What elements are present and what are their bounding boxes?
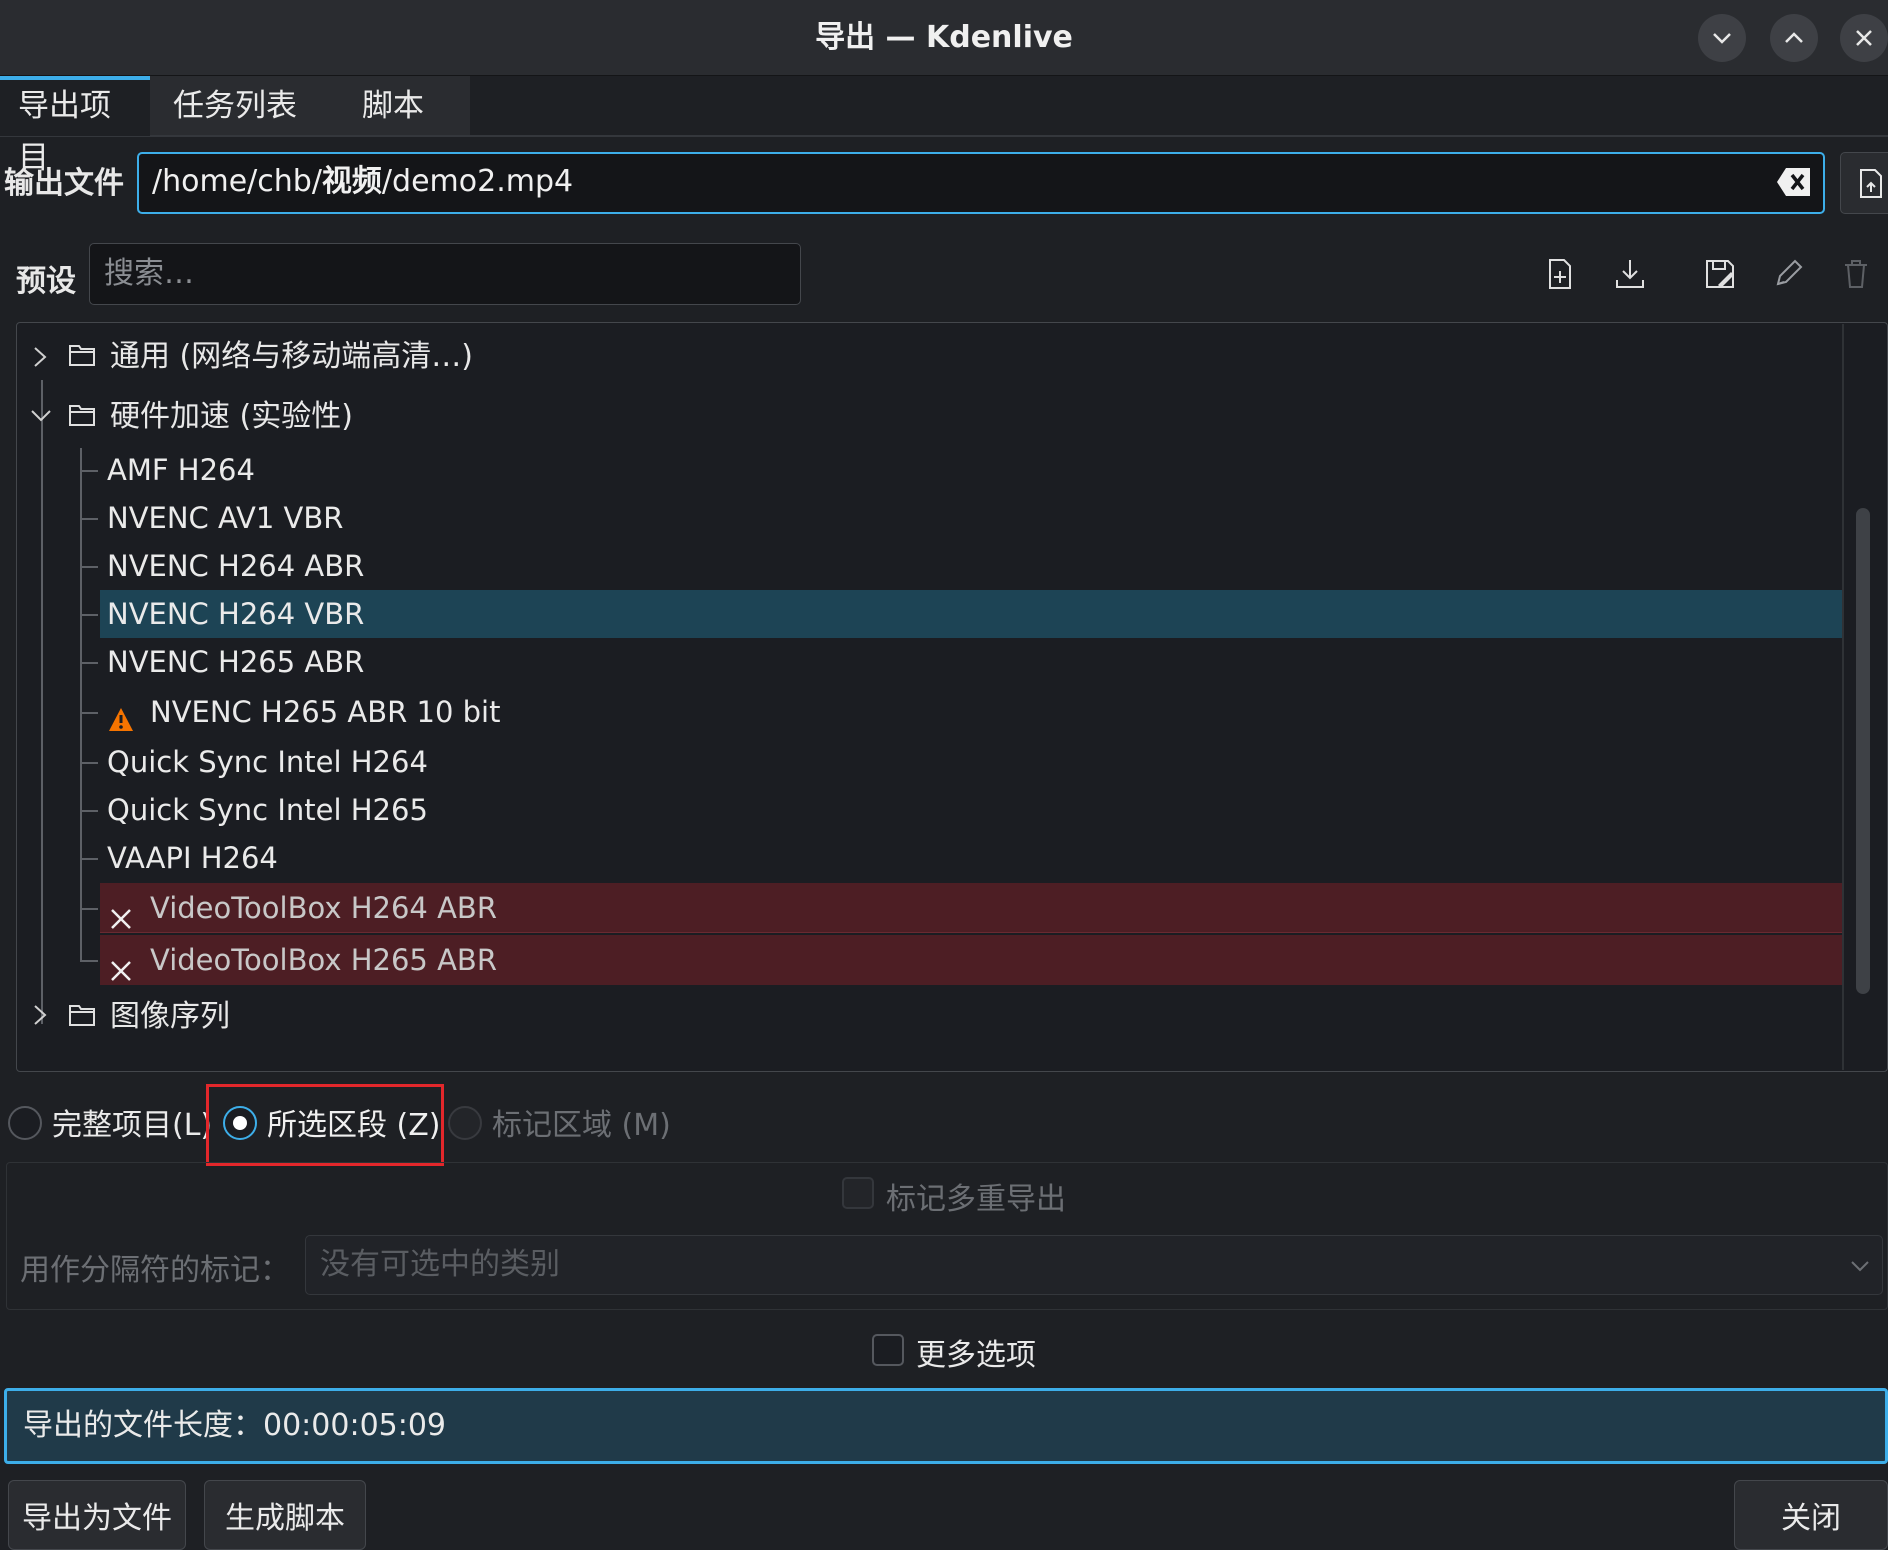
tree-folder-general[interactable]: 通用 (网络与移动端高清…) xyxy=(110,333,473,381)
preset-item-error[interactable]: VideoToolBox H264 ABR xyxy=(100,883,1842,933)
path-prefix: /home/chb/ xyxy=(152,164,322,199)
tree-folder-hardware[interactable]: 硬件加速 (实验性) xyxy=(110,393,353,441)
tree-branch-tick xyxy=(80,908,98,910)
new-preset-icon[interactable] xyxy=(1542,256,1578,292)
download-preset-icon[interactable] xyxy=(1612,256,1648,292)
delete-preset-icon[interactable] xyxy=(1838,256,1874,292)
preset-item-label: NVENC AV1 VBR xyxy=(107,501,344,535)
preset-item[interactable]: NVENC H264 ABR xyxy=(100,542,1842,590)
chevron-right-icon[interactable] xyxy=(30,998,52,1032)
tree-branch-tick xyxy=(80,566,98,568)
chevron-down-icon[interactable] xyxy=(28,403,54,429)
edit-preset-icon[interactable] xyxy=(1770,256,1806,292)
preset-item-selected[interactable]: NVENC H264 VBR xyxy=(100,590,1842,638)
tree-scroll-track xyxy=(1842,324,1844,1070)
highlight-box xyxy=(206,1084,444,1166)
tab-job-queue[interactable]: 任务列表 xyxy=(155,76,315,136)
multi-export-checkbox xyxy=(842,1177,874,1209)
tree-branch-tick xyxy=(80,858,98,860)
radio-full-project-label[interactable]: 完整项目(L) xyxy=(52,1100,212,1144)
preset-item-label: NVENC H265 ABR xyxy=(107,645,365,679)
preset-search-placeholder: 搜索… xyxy=(104,256,194,291)
preset-item-label: Quick Sync Intel H264 xyxy=(107,745,428,779)
generate-script-button[interactable]: 生成脚本 xyxy=(204,1480,366,1550)
duration-value: 00:00:05:09 xyxy=(263,1408,447,1443)
output-file-path: /home/chb/视频/demo2.mp4 xyxy=(152,152,573,214)
tree-branch-tick xyxy=(80,712,98,714)
clear-input-icon[interactable] xyxy=(1776,166,1812,198)
close-button[interactable]: 关闭 xyxy=(1734,1480,1888,1550)
preset-item-label: Quick Sync Intel H265 xyxy=(107,793,428,827)
chevron-down-icon xyxy=(1713,33,1731,44)
preset-label: 预设 xyxy=(16,264,76,299)
more-options-checkbox[interactable] xyxy=(872,1334,904,1366)
preset-item-label: VAAPI H264 xyxy=(107,841,278,875)
tree-branch-tick xyxy=(80,810,98,812)
export-to-file-button[interactable]: 导出为文件 xyxy=(8,1480,186,1550)
path-folder: 视频 xyxy=(321,164,382,199)
preset-item[interactable]: VAAPI H264 xyxy=(100,834,1842,882)
tab-scripts[interactable]: 脚本 xyxy=(344,76,442,136)
duration-label: 导出的文件长度： xyxy=(23,1408,263,1443)
separator-category-value: 没有可选中的类别 xyxy=(320,1247,560,1282)
error-x-icon xyxy=(109,896,133,929)
tree-branch-tick xyxy=(80,518,98,520)
tree-branch-line xyxy=(80,448,82,960)
maximize-button[interactable] xyxy=(1770,14,1818,62)
open-file-icon xyxy=(1860,169,1882,198)
preset-item-label: NVENC H264 VBR xyxy=(107,597,365,631)
tree-branch-tick xyxy=(80,960,98,962)
radio-guide-region-label: 标记区域 (M) xyxy=(492,1108,671,1143)
tree-branch-tick xyxy=(80,662,98,664)
separator-category-select: 没有可选中的类别 xyxy=(305,1235,1883,1295)
preset-item-error[interactable]: VideoToolBox H265 ABR xyxy=(100,935,1842,985)
tree-scrollbar[interactable] xyxy=(1856,508,1870,994)
more-options-label[interactable]: 更多选项 xyxy=(916,1330,1036,1374)
preset-item-label: NVENC H265 ABR 10 bit xyxy=(150,695,501,729)
tree-branch-line xyxy=(41,380,43,1024)
folder-icon xyxy=(68,342,96,368)
browse-file-button[interactable] xyxy=(1840,152,1888,214)
preset-item[interactable]: Quick Sync Intel H265 xyxy=(100,786,1842,834)
preset-item[interactable]: NVENC H265 ABR xyxy=(100,638,1842,686)
preset-item[interactable]: Quick Sync Intel H264 xyxy=(100,738,1842,786)
preset-item[interactable]: NVENC AV1 VBR xyxy=(100,494,1842,542)
preset-search-input[interactable] xyxy=(89,243,801,305)
window-title: 导出 — Kdenlive xyxy=(815,20,1073,55)
output-file-label: 输出文件 xyxy=(4,166,124,201)
save-preset-icon[interactable] xyxy=(1702,256,1738,292)
radio-guide-region xyxy=(448,1106,482,1140)
chevron-up-icon xyxy=(1785,32,1803,43)
warning-icon xyxy=(108,699,134,731)
preset-item-label: VideoToolBox H264 ABR xyxy=(150,891,497,925)
folder-icon xyxy=(68,402,96,428)
radio-full-project[interactable] xyxy=(8,1106,42,1140)
chevron-right-icon[interactable] xyxy=(30,340,52,374)
tree-branch-tick xyxy=(80,470,98,472)
path-suffix: /demo2.mp4 xyxy=(381,164,574,199)
preset-item-label: NVENC H264 ABR xyxy=(107,549,365,583)
chevron-down-icon xyxy=(1851,1261,1869,1272)
tree-folder-image-sequence[interactable]: 图像序列 xyxy=(110,993,230,1041)
preset-item-warning[interactable]: NVENC H265 ABR 10 bit xyxy=(100,688,1842,736)
separator-label: 用作分隔符的标记： xyxy=(20,1253,290,1288)
preset-item-label: AMF H264 xyxy=(107,453,255,487)
duration-info-bar: 导出的文件长度： 00:00:05:09 xyxy=(4,1388,1888,1464)
close-window-button[interactable] xyxy=(1840,14,1888,62)
tree-branch-tick xyxy=(80,614,98,616)
error-x-icon xyxy=(109,948,133,981)
close-icon xyxy=(1856,30,1872,46)
tree-branch-tick xyxy=(80,762,98,764)
minimize-button[interactable] xyxy=(1698,14,1746,62)
preset-item-label: VideoToolBox H265 ABR xyxy=(150,943,497,977)
folder-icon xyxy=(68,1002,96,1028)
tab-export-project[interactable]: 导出项目 xyxy=(0,76,150,176)
preset-item[interactable]: AMF H264 xyxy=(100,446,1842,494)
multi-export-label: 标记多重导出 xyxy=(886,1182,1066,1217)
